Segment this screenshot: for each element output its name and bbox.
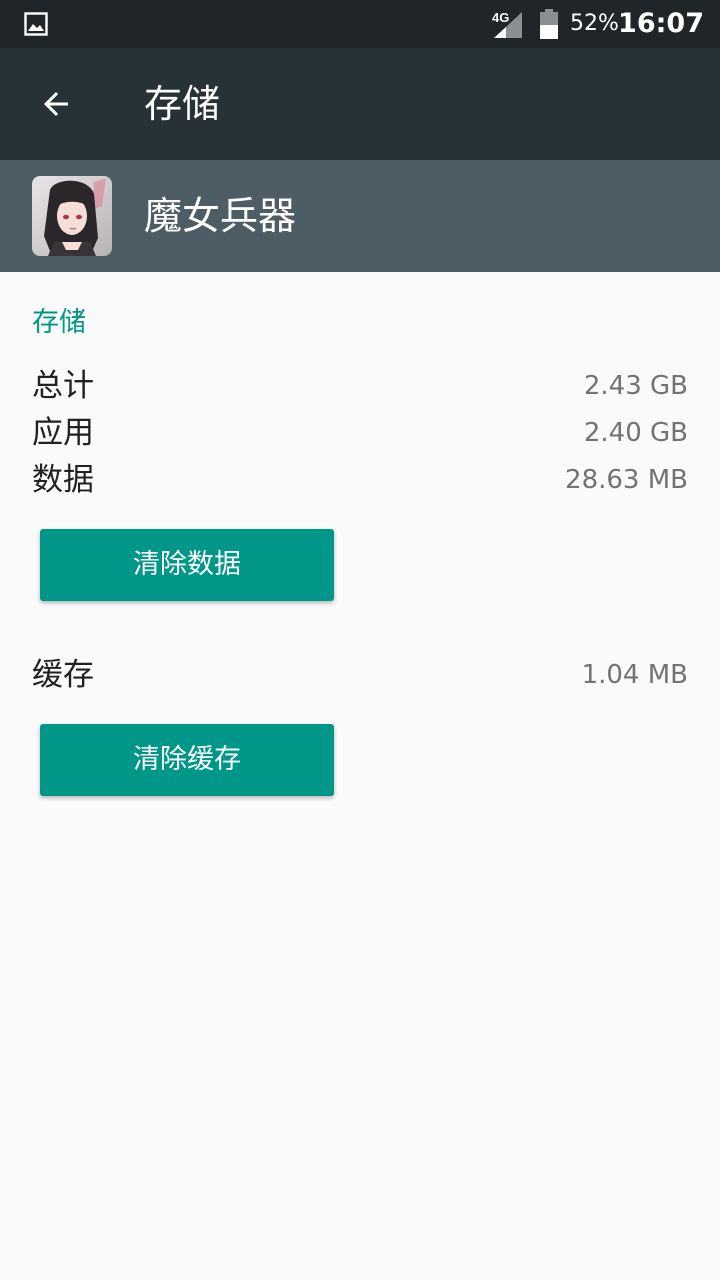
arrow-back-icon <box>44 92 68 116</box>
page-title: 存储 <box>144 82 221 126</box>
battery-percentage: 52% <box>570 11 619 36</box>
clear-cache-button[interactable]: 清除缓存 <box>40 724 334 796</box>
cache-label: 缓存 <box>32 657 94 693</box>
storage-row-label: 总计 <box>32 368 94 404</box>
app-icon <box>32 176 112 256</box>
storage-row-label: 数据 <box>32 462 94 498</box>
storage-section-header: 存储 <box>32 307 86 338</box>
cache-row: 缓存 1.04 MB <box>32 655 688 695</box>
app-header: 魔女兵器 <box>0 160 720 272</box>
storage-row-data: 数据 28.63 MB <box>32 460 688 500</box>
clear-data-button[interactable]: 清除数据 <box>40 529 334 601</box>
storage-row-app: 应用 2.40 GB <box>32 413 688 453</box>
storage-row-value: 28.63 MB <box>565 465 688 495</box>
storage-row-value: 2.40 GB <box>583 418 688 448</box>
app-name: 魔女兵器 <box>144 194 297 238</box>
back-button[interactable] <box>26 74 86 134</box>
signal-icon: 4G <box>492 10 522 38</box>
storage-row-label: 应用 <box>32 415 94 451</box>
status-bar: 4G 52% 16:07 <box>0 0 720 48</box>
storage-row-total: 总计 2.43 GB <box>32 366 688 406</box>
network-type-text: 4G <box>492 10 509 25</box>
battery-icon <box>540 9 558 39</box>
gallery-icon <box>24 12 48 36</box>
toolbar: 存储 <box>0 48 720 160</box>
clock: 16:07 <box>618 8 704 39</box>
storage-row-value: 2.43 GB <box>583 371 688 401</box>
cache-value: 1.04 MB <box>581 660 688 690</box>
